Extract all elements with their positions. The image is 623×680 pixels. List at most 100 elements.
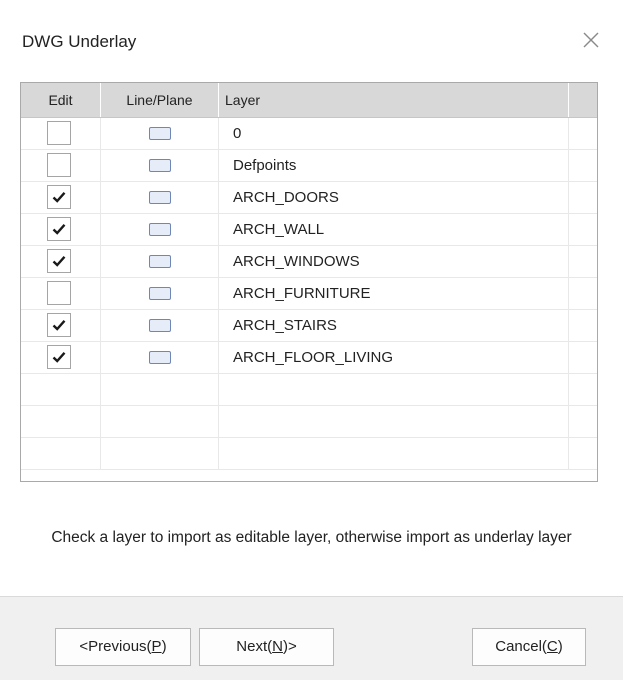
line-plane-cell [101, 214, 219, 245]
filler-cell [569, 182, 597, 213]
layer-cell: ARCH_DOORS [219, 182, 569, 213]
column-header-layer[interactable]: Layer [219, 83, 569, 117]
table-row[interactable]: ARCH_FURNITURE [21, 278, 597, 310]
grid-header: Edit Line/Plane Layer [21, 83, 597, 118]
edit-cell [21, 310, 101, 341]
table-row[interactable]: ARCH_WINDOWS [21, 246, 597, 278]
layer-cell: ARCH_FURNITURE [219, 278, 569, 309]
edit-cell [21, 278, 101, 309]
layer-cell: ARCH_FLOOR_LIVING [219, 342, 569, 373]
empty-cell [219, 438, 569, 469]
empty-cell [219, 374, 569, 405]
edit-cell [21, 182, 101, 213]
cancel-button[interactable]: Cancel(C) [472, 628, 586, 666]
button-bar: <Previous(P) Next(N)> Cancel(C) [0, 596, 623, 680]
layer-name: Defpoints [233, 157, 297, 174]
empty-cell [21, 406, 101, 437]
table-row[interactable]: Defpoints [21, 150, 597, 182]
layer-name: ARCH_WINDOWS [233, 253, 360, 270]
edit-checkbox[interactable] [47, 249, 71, 273]
edit-checkbox[interactable] [47, 121, 71, 145]
layer-cell: 0 [219, 118, 569, 149]
layer-name: ARCH_FURNITURE [233, 285, 371, 302]
filler-cell [569, 342, 597, 373]
edit-checkbox[interactable] [47, 281, 71, 305]
empty-cell [101, 374, 219, 405]
layer-name: ARCH_FLOOR_LIVING [233, 349, 394, 366]
empty-row [21, 406, 597, 438]
filler-cell [569, 214, 597, 245]
line-plane-cell [101, 310, 219, 341]
column-header-edit[interactable]: Edit [21, 83, 101, 117]
line-plane-cell [101, 278, 219, 309]
cancel-button-label: Cancel(C) [495, 638, 563, 655]
layer-name: ARCH_STAIRS [233, 317, 337, 334]
edit-cell [21, 150, 101, 181]
title-bar: DWG Underlay [0, 0, 623, 70]
plane-icon[interactable] [149, 351, 171, 364]
next-button-label: Next(N)> [236, 638, 297, 655]
dwg-underlay-dialog: DWG Underlay Edit Line/Plane Layer 0 Defp… [0, 0, 623, 680]
edit-checkbox[interactable] [47, 153, 71, 177]
empty-cell [569, 406, 597, 437]
filler-cell [569, 310, 597, 341]
dialog-title: DWG Underlay [22, 32, 137, 51]
layer-cell: ARCH_STAIRS [219, 310, 569, 341]
plane-icon[interactable] [149, 319, 171, 332]
edit-checkbox[interactable] [47, 217, 71, 241]
next-button[interactable]: Next(N)> [199, 628, 334, 666]
filler-cell [569, 278, 597, 309]
empty-cell [101, 406, 219, 437]
layer-grid-content: Edit Line/Plane Layer 0 Defpoints ARCH_DOO… [21, 83, 597, 470]
table-row[interactable]: ARCH_WALL [21, 214, 597, 246]
empty-cell [21, 374, 101, 405]
column-header-filler [569, 83, 597, 117]
layer-grid: Edit Line/Plane Layer 0 Defpoints ARCH_DOO… [20, 82, 598, 482]
table-row[interactable]: 0 [21, 118, 597, 150]
empty-cell [219, 406, 569, 437]
layer-cell: ARCH_WALL [219, 214, 569, 245]
filler-cell [569, 150, 597, 181]
line-plane-cell [101, 246, 219, 277]
plane-icon[interactable] [149, 287, 171, 300]
edit-checkbox[interactable] [47, 345, 71, 369]
layer-cell: Defpoints [219, 150, 569, 181]
filler-cell [569, 118, 597, 149]
empty-cell [21, 438, 101, 469]
layer-name: ARCH_WALL [233, 221, 325, 238]
layer-name: 0 [233, 125, 242, 142]
previous-button[interactable]: <Previous(P) [55, 628, 191, 666]
plane-icon[interactable] [149, 255, 171, 268]
edit-checkbox[interactable] [47, 185, 71, 209]
plane-icon[interactable] [149, 223, 171, 236]
empty-cell [101, 438, 219, 469]
table-row[interactable]: ARCH_STAIRS [21, 310, 597, 342]
plane-icon[interactable] [149, 127, 171, 140]
table-row[interactable]: ARCH_DOORS [21, 182, 597, 214]
grid-rows: 0 Defpoints ARCH_DOORS ARCH_WALL ARCH_WINDOW… [21, 118, 597, 470]
line-plane-cell [101, 150, 219, 181]
layer-name: ARCH_DOORS [233, 189, 339, 206]
hint-text: Check a layer to import as editable laye… [51, 529, 572, 546]
close-icon[interactable] [577, 26, 605, 54]
empty-row [21, 374, 597, 406]
line-plane-cell [101, 182, 219, 213]
plane-icon[interactable] [149, 159, 171, 172]
empty-cell [569, 374, 597, 405]
plane-icon[interactable] [149, 191, 171, 204]
previous-button-label: <Previous(P) [79, 638, 167, 655]
edit-cell [21, 342, 101, 373]
filler-cell [569, 246, 597, 277]
edit-cell [21, 246, 101, 277]
layer-cell: ARCH_WINDOWS [219, 246, 569, 277]
edit-cell [21, 214, 101, 245]
dialog-body: Edit Line/Plane Layer 0 Defpoints ARCH_DOO… [0, 70, 623, 595]
edit-checkbox[interactable] [47, 313, 71, 337]
line-plane-cell [101, 118, 219, 149]
empty-cell [569, 438, 597, 469]
column-header-line-plane[interactable]: Line/Plane [101, 83, 219, 117]
line-plane-cell [101, 342, 219, 373]
empty-row [21, 438, 597, 470]
table-row[interactable]: ARCH_FLOOR_LIVING [21, 342, 597, 374]
edit-cell [21, 118, 101, 149]
